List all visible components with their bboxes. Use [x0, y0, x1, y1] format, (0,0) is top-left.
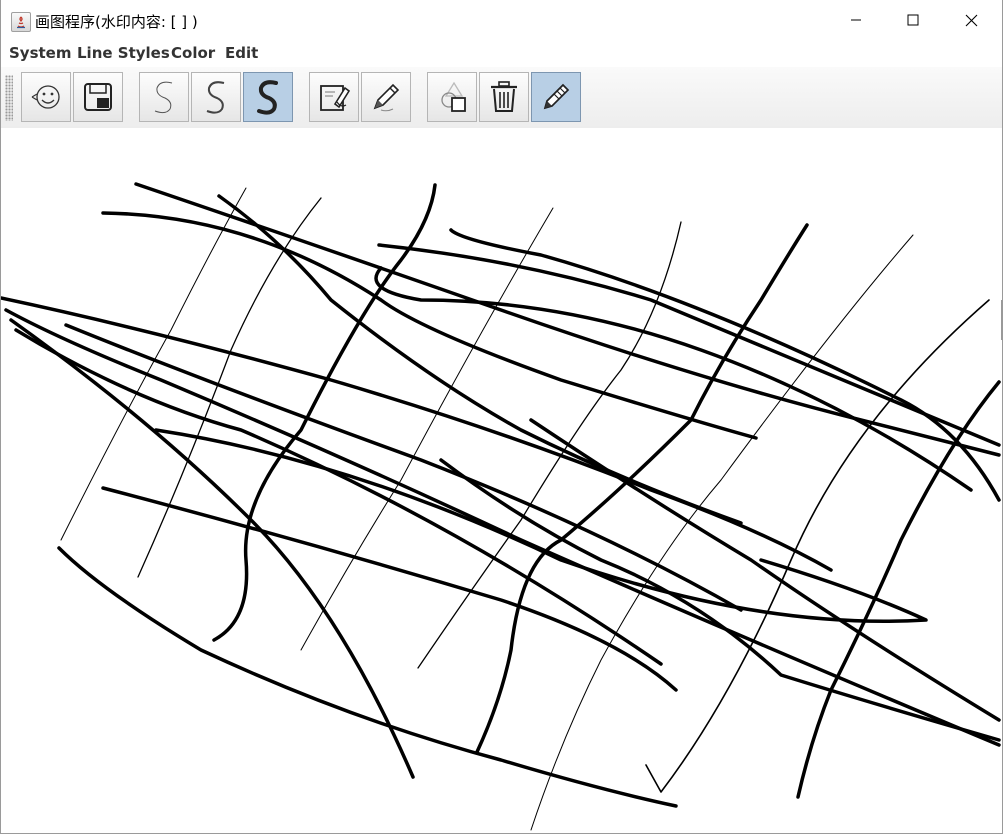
trash-button[interactable] — [479, 72, 529, 122]
thick-stroke — [134, 182, 1001, 457]
thick-stroke — [101, 486, 678, 692]
pencil-button[interactable] — [361, 72, 411, 122]
drawing-canvas[interactable] — [1, 128, 1002, 833]
thin-line-button[interactable] — [139, 72, 189, 122]
thick-stroke — [374, 266, 973, 492]
thick-stroke — [529, 418, 1001, 722]
thick-line-button[interactable] — [243, 72, 293, 122]
thin-line-icon — [154, 81, 173, 114]
pencil-icon — [373, 83, 400, 112]
thick-stroke — [101, 211, 758, 440]
shapes-icon — [441, 81, 466, 112]
toolbar — [1, 67, 1002, 129]
maximize-button[interactable] — [884, 0, 941, 40]
menu-line-styles[interactable]: Line Styles — [77, 44, 170, 62]
menu-edit[interactable]: Edit — [225, 44, 258, 62]
menu-color[interactable]: Color — [171, 44, 215, 62]
minimize-icon — [850, 19, 861, 21]
pen-icon — [543, 83, 570, 110]
trash-icon — [491, 81, 517, 112]
minimize-button[interactable] — [827, 0, 884, 40]
freehand-drawing — [1, 182, 1001, 831]
close-button[interactable] — [943, 0, 1000, 40]
medium-line-button[interactable] — [191, 72, 241, 122]
color-picker-icon — [320, 85, 351, 111]
java-app-icon — [11, 12, 31, 32]
maximize-icon — [907, 14, 918, 26]
thick-stroke — [9, 318, 415, 779]
save-icon — [84, 83, 112, 111]
thick-stroke — [1, 296, 833, 572]
thick-stroke — [475, 223, 809, 754]
shapes-button[interactable] — [427, 72, 477, 122]
window-title: 画图程序(水印内容: [ ] ) — [35, 13, 198, 31]
thick-line-icon — [257, 80, 278, 115]
pen-button[interactable] — [531, 72, 581, 122]
menu-system[interactable]: System — [9, 44, 71, 62]
thick-stroke — [57, 546, 678, 808]
medium-line-icon — [206, 81, 225, 114]
menu-bar: System Line Styles Color Edit — [1, 40, 1002, 67]
toolbar-grip[interactable] — [5, 75, 13, 121]
color-picker-button[interactable] — [309, 72, 359, 122]
thick-stroke — [217, 194, 743, 525]
save-button[interactable] — [73, 72, 123, 122]
title-bar: 画图程序(水印内容: [ ] ) — [1, 0, 1002, 40]
smiley-icon — [31, 85, 60, 109]
app-window: 画图程序(水印内容: [ ] ) System Line Styles Colo… — [0, 0, 1003, 834]
smiley-button[interactable] — [21, 72, 71, 122]
close-icon — [965, 14, 978, 26]
